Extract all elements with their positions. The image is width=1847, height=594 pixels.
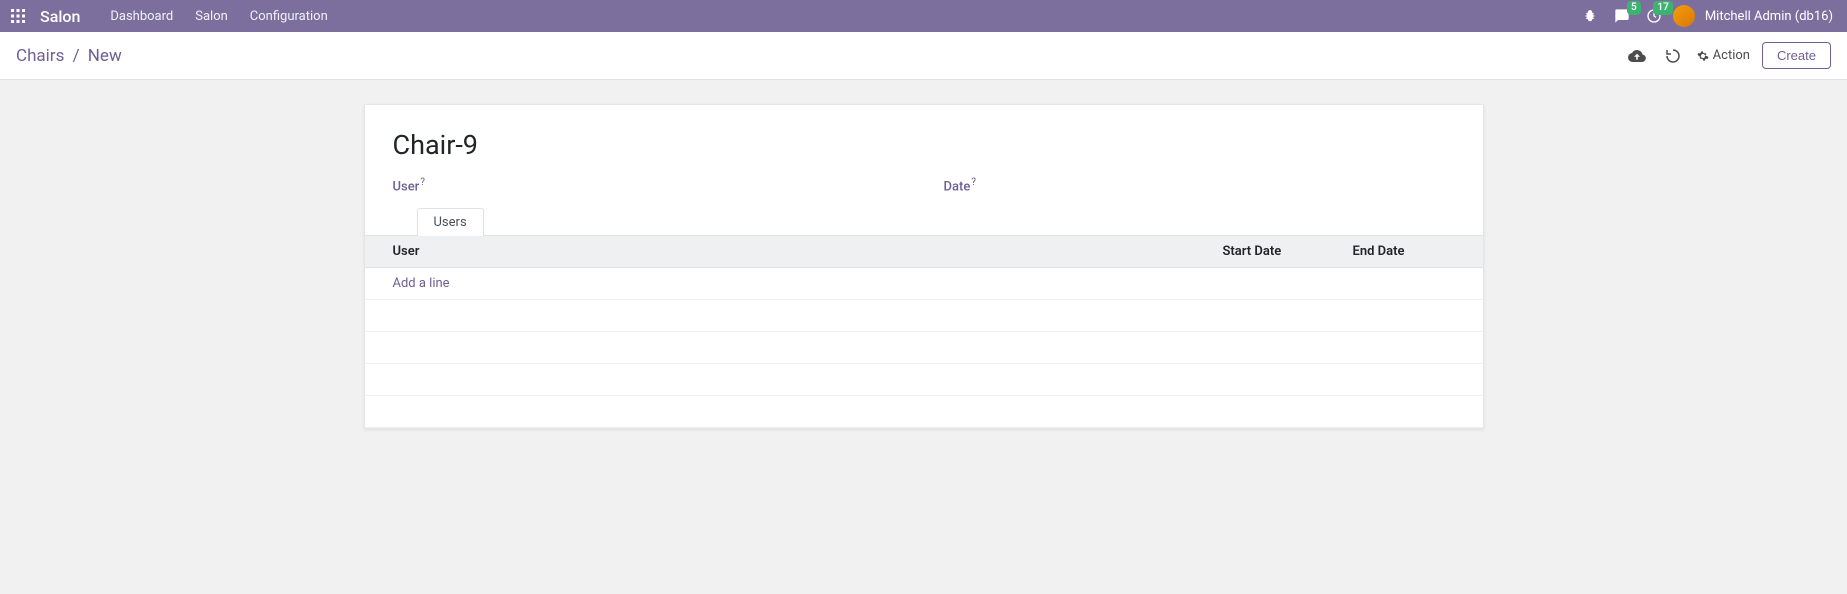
messages-badge: 5 [1627, 1, 1641, 15]
navbar-right: 5 17 Mitchell Admin (db16) [1577, 3, 1839, 29]
create-button[interactable]: Create [1762, 42, 1831, 69]
help-icon[interactable]: ? [971, 177, 976, 188]
apps-grid-icon[interactable] [8, 6, 28, 26]
gear-icon [1697, 50, 1709, 62]
bug-icon[interactable] [1577, 3, 1603, 29]
user-field-label: User [393, 179, 420, 194]
cloud-save-icon[interactable] [1625, 44, 1649, 68]
breadcrumb: Chairs / New [16, 46, 122, 66]
column-header-user[interactable]: User [365, 236, 1223, 268]
nav-link-dashboard[interactable]: Dashboard [100, 5, 183, 28]
table-row: Add a line [365, 268, 1483, 300]
navbar-left: Salon Dashboard Salon Configuration [8, 5, 338, 28]
user-field[interactable]: User? [393, 177, 904, 194]
avatar[interactable] [1673, 5, 1695, 27]
activities-icon[interactable]: 17 [1641, 3, 1667, 29]
breadcrumb-root[interactable]: Chairs [16, 46, 64, 66]
nav-link-configuration[interactable]: Configuration [240, 5, 338, 28]
tabs: Users [393, 208, 1455, 236]
action-label: Action [1713, 48, 1750, 63]
table-row: . [365, 396, 1483, 428]
control-bar-right: Action Create [1625, 42, 1831, 69]
column-header-end-date[interactable]: End Date [1353, 236, 1483, 268]
control-bar: Chairs / New Action Create [0, 32, 1847, 80]
table-row: . [365, 332, 1483, 364]
nav-link-salon[interactable]: Salon [185, 5, 238, 28]
table-row: . [365, 300, 1483, 332]
table-row: . [365, 364, 1483, 396]
content-area: Chair-9 User? Date? Users User Start Dat… [0, 80, 1847, 453]
top-navbar: Salon Dashboard Salon Configuration 5 17… [0, 0, 1847, 32]
tab-users[interactable]: Users [417, 208, 484, 236]
users-table: User Start Date End Date Add a line . . … [365, 235, 1483, 428]
field-row: User? Date? [393, 177, 1455, 194]
activities-badge: 17 [1653, 1, 1672, 15]
column-header-start-date[interactable]: Start Date [1223, 236, 1353, 268]
username-label[interactable]: Mitchell Admin (db16) [1705, 9, 1833, 24]
messages-icon[interactable]: 5 [1609, 3, 1635, 29]
date-field-label: Date [944, 179, 971, 194]
action-button[interactable]: Action [1697, 48, 1750, 63]
breadcrumb-separator: / [73, 46, 80, 66]
date-field[interactable]: Date? [944, 177, 1455, 194]
discard-icon[interactable] [1661, 44, 1685, 68]
breadcrumb-current: New [88, 46, 122, 66]
app-title[interactable]: Salon [40, 7, 80, 26]
record-title[interactable]: Chair-9 [393, 129, 1455, 161]
form-sheet: Chair-9 User? Date? Users User Start Dat… [364, 104, 1484, 429]
add-line-link[interactable]: Add a line [393, 276, 450, 291]
help-icon[interactable]: ? [420, 177, 425, 188]
